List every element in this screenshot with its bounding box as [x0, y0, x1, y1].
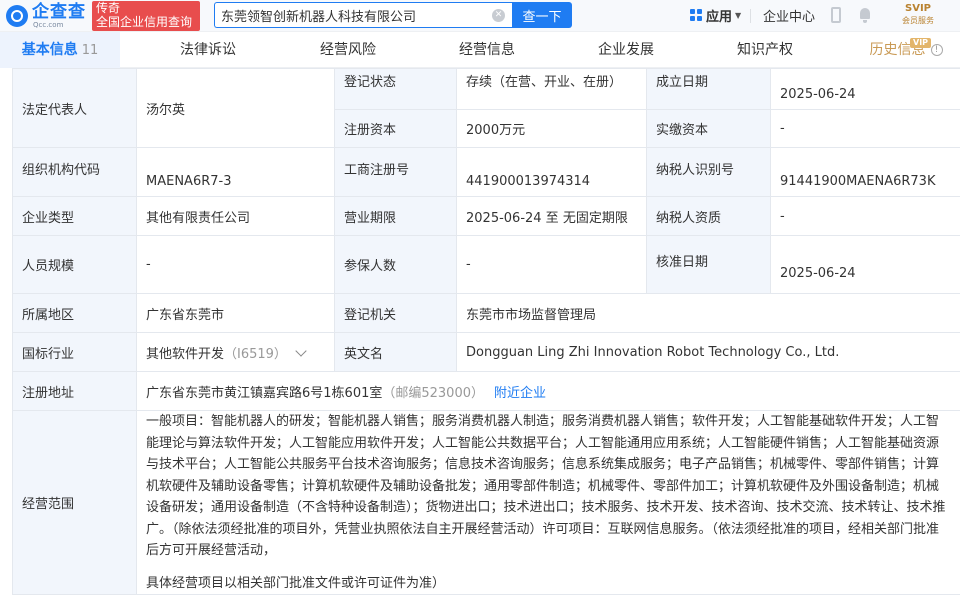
- logo-icon: [6, 5, 28, 27]
- ent-type-value: 其他有限责任公司: [136, 196, 335, 236]
- app-menu[interactable]: 应用 ▼: [690, 5, 741, 25]
- ent-type-label: 企业类型: [12, 196, 137, 236]
- industry-code: （I6519）: [224, 346, 287, 362]
- staff-size-value: -: [136, 235, 335, 294]
- logo-subtext: Qcc.com: [33, 21, 64, 29]
- biz-reg-value: 441900013974314: [456, 147, 647, 197]
- reg-capital-value: 2000万元: [456, 109, 647, 148]
- tab-basic-info[interactable]: 基本信息 11: [0, 32, 120, 68]
- brand-badge: 传奇 全国企业信用查询: [92, 1, 200, 31]
- approval-date-value: 2025-06-24: [770, 235, 960, 294]
- scope-cell: 一般项目：智能机器人的研发；智能机器人销售；服务消费机器人制造；服务消费机器人销…: [136, 410, 960, 595]
- nearby-companies-link[interactable]: 附近企业: [494, 386, 546, 401]
- bell-icon[interactable]: [858, 7, 872, 23]
- english-name-label: 英文名: [334, 332, 457, 372]
- app-menu-label: 应用: [706, 9, 733, 25]
- taxpayer-qual-label: 纳税人资质: [646, 196, 771, 236]
- vip-tag: VIP: [910, 38, 932, 48]
- approval-date-label: 核准日期: [646, 235, 771, 294]
- enterprise-center-link[interactable]: 企业中心: [763, 6, 815, 25]
- industry-label: 国标行业: [12, 332, 137, 372]
- brand-line2: 全国企业信用查询: [96, 15, 193, 29]
- industry-cell[interactable]: 其他软件开发（I6519）: [136, 332, 335, 372]
- basic-info-table: 法定代表人 汤尔英 登记状态 存续（在营、开业、在册） 成立日期 2025-06…: [12, 68, 960, 595]
- scope-note: 具体经营项目以相关部门批准文件或许可证件为准）: [146, 575, 446, 591]
- biz-reg-label: 工商注册号: [334, 147, 457, 197]
- scope-value: 一般项目：智能机器人的研发；智能机器人销售；服务消费机器人制造；服务消费机器人销…: [146, 414, 946, 558]
- address-cell: 广东省东莞市黄江镇嘉宾路6号1栋601室（邮编523000） 附近企业: [136, 371, 960, 411]
- grid-icon: [690, 9, 702, 21]
- logo-text: 企查查: [32, 2, 86, 22]
- tab-history[interactable]: 历史信息!: [858, 32, 954, 68]
- insured-label: 参保人数: [334, 235, 457, 294]
- org-code-label: 组织机构代码: [12, 147, 137, 197]
- svip-label: SVIP: [905, 3, 931, 14]
- tab-legal[interactable]: 法律诉讼: [168, 32, 248, 68]
- reg-status-value: 存续（在营、开业、在册）: [456, 68, 647, 110]
- reg-status-label: 登记状态: [334, 68, 457, 110]
- est-date-value: 2025-06-24: [770, 68, 960, 110]
- search-input[interactable]: [221, 6, 486, 24]
- search-box: ✕: [214, 2, 512, 28]
- taxpayer-qual-value: -: [770, 196, 960, 236]
- staff-size-label: 人员规模: [12, 235, 137, 294]
- tab-ip[interactable]: 知识产权: [725, 32, 805, 68]
- region-label: 所属地区: [12, 293, 137, 333]
- legal-rep-label: 法定代表人: [12, 68, 137, 148]
- industry-value: 其他软件开发: [146, 346, 225, 362]
- address-label: 注册地址: [12, 371, 137, 411]
- reg-capital-label: 注册资本: [334, 109, 457, 148]
- est-date-label: 成立日期: [646, 68, 771, 110]
- reg-authority-value: 东莞市市场监督管理局: [456, 293, 960, 333]
- caret-down-icon: ▼: [735, 10, 742, 20]
- tab-development[interactable]: 企业发展: [586, 32, 666, 68]
- search-button[interactable]: 查一下: [512, 2, 572, 28]
- svip-sub: 会员服务: [902, 16, 934, 25]
- brand-line1: 传奇: [96, 1, 121, 15]
- org-code-value: MAENA6R7-3: [136, 147, 335, 197]
- qcc-logo[interactable]: 企查查 Qcc.com: [6, 2, 92, 30]
- region-value: 广东省东莞市: [136, 293, 335, 333]
- scope-label: 经营范围: [12, 410, 137, 595]
- chevron-down-icon[interactable]: [295, 344, 307, 357]
- tab-risk[interactable]: 经营风险: [308, 32, 388, 68]
- header-divider: [750, 9, 751, 23]
- svip-button[interactable]: SVIP 会员服务: [896, 3, 940, 27]
- address-value: 广东省东莞市黄江镇嘉宾路6号1栋601室: [146, 385, 383, 401]
- biz-term-label: 营业期限: [334, 196, 457, 236]
- postcode: （邮编523000）: [382, 385, 484, 401]
- tax-id-value: 91441900MAENA6R73K: [770, 147, 960, 197]
- tab-business[interactable]: 经营信息: [447, 32, 527, 68]
- tax-id-label: 纳税人识别号: [646, 147, 771, 197]
- insured-value: -: [456, 235, 647, 294]
- phone-icon[interactable]: [831, 7, 841, 23]
- clear-icon[interactable]: ✕: [492, 9, 505, 22]
- top-header: 企查查 Qcc.com 传奇 全国企业信用查询 ✕ 查一下 应用 ▼ 企业中心 …: [0, 0, 960, 32]
- tab-basic-info-count: 11: [81, 43, 99, 58]
- info-icon[interactable]: !: [930, 44, 943, 56]
- biz-term-value: 2025-06-24 至 无固定期限: [456, 196, 647, 236]
- legal-rep-value[interactable]: 汤尔英: [136, 68, 335, 148]
- english-name-value: Dongguan Ling Zhi Innovation Robot Techn…: [456, 332, 960, 372]
- reg-authority-label: 登记机关: [334, 293, 457, 333]
- tab-bar: 基本信息 11 法律诉讼 经营风险 经营信息 企业发展 知识产权 历史信息!: [0, 32, 960, 68]
- paid-capital-label: 实缴资本: [646, 109, 771, 148]
- tab-basic-info-label: 基本信息: [21, 42, 78, 58]
- paid-capital-value: -: [770, 109, 960, 148]
